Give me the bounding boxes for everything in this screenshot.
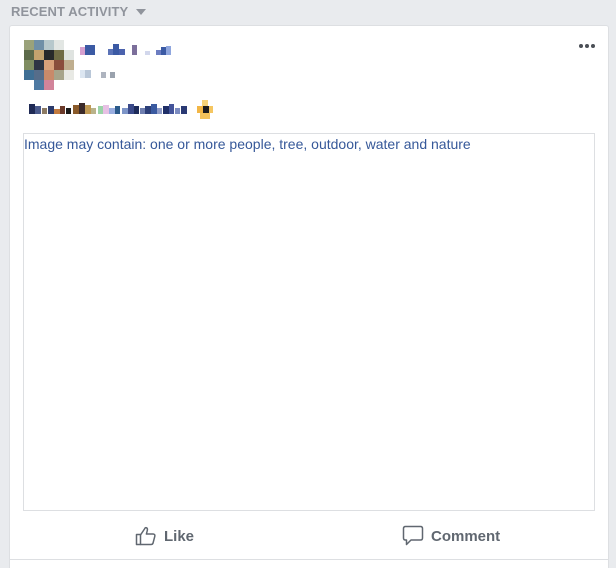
post-action-bar: Like Comment: [10, 516, 608, 556]
card-footer-divider: [10, 559, 608, 560]
post-text: [29, 100, 219, 122]
post-card: Image may contain: one or more people, t…: [9, 25, 609, 568]
speech-bubble-icon: [402, 525, 424, 546]
caret-down-icon[interactable]: [136, 8, 147, 15]
thumbs-up-icon: [135, 526, 156, 546]
profile-avatar[interactable]: [24, 40, 74, 90]
comment-label: Comment: [431, 527, 501, 545]
emoji-icon: [197, 100, 213, 120]
recent-activity-header[interactable]: RECENT ACTIVITY: [11, 3, 147, 19]
post-timestamp[interactable]: [80, 68, 120, 80]
comment-button[interactable]: Comment: [402, 516, 500, 556]
section-title: RECENT ACTIVITY: [11, 3, 129, 19]
image-alt-text: Image may contain: one or more people, t…: [24, 136, 471, 152]
more-options-icon[interactable]: [578, 42, 596, 50]
author-name[interactable]: [80, 43, 185, 57]
like-button[interactable]: Like: [135, 516, 194, 556]
like-label: Like: [164, 527, 195, 545]
post-image[interactable]: Image may contain: one or more people, t…: [23, 133, 595, 511]
